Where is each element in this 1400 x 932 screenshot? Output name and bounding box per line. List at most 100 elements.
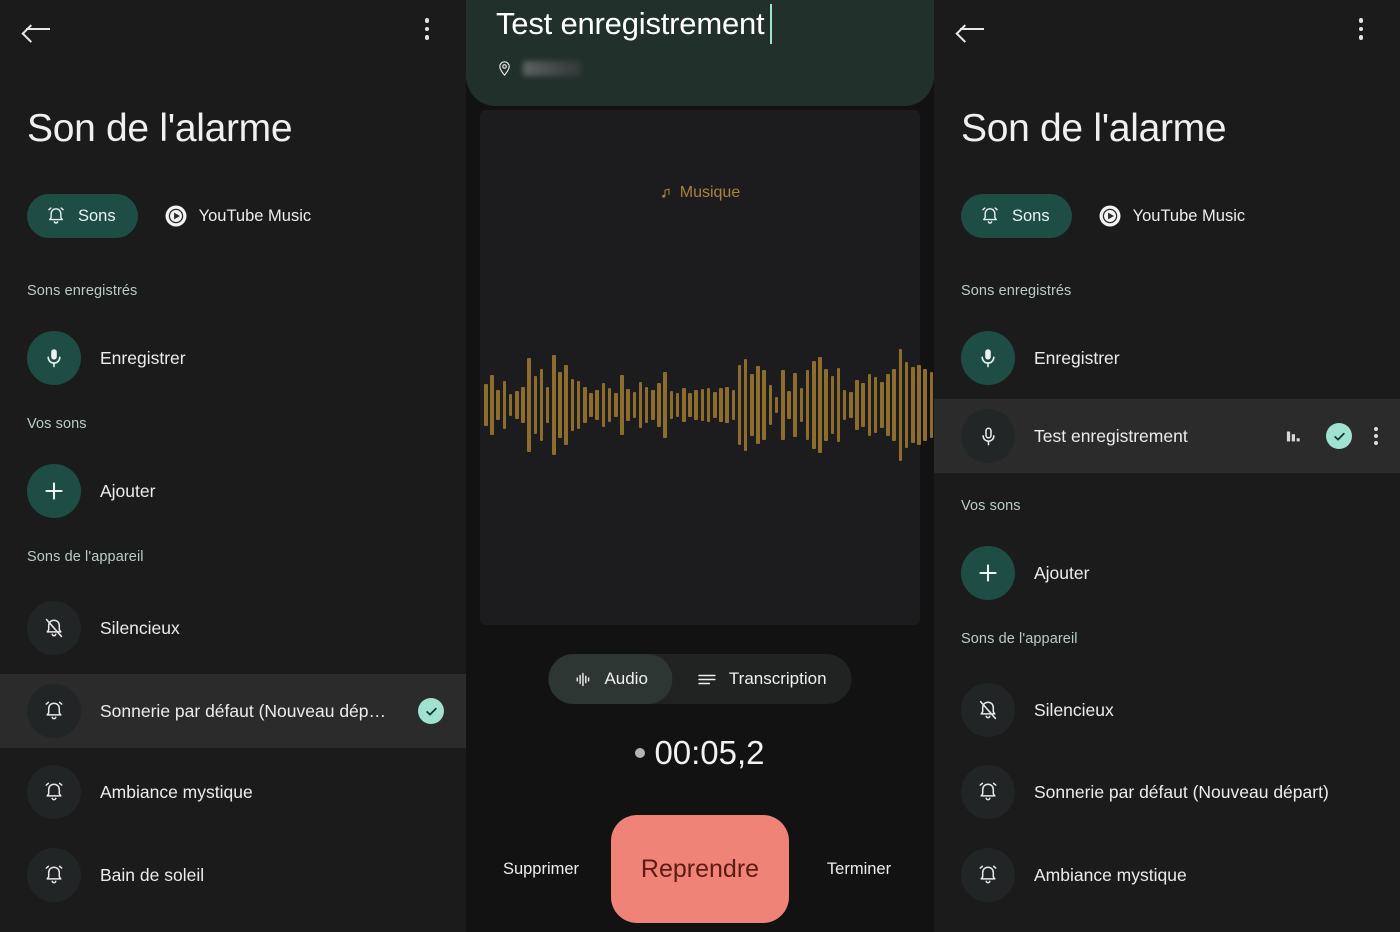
waveform-bar bbox=[743, 359, 748, 451]
delete-button[interactable]: Supprimer bbox=[471, 860, 611, 879]
waveform-bar bbox=[781, 370, 785, 440]
back-button[interactable] bbox=[22, 12, 56, 46]
waveform-bar bbox=[867, 374, 872, 436]
waveform-bar bbox=[527, 358, 531, 452]
tab-youtube-music[interactable]: YouTube Music bbox=[1098, 204, 1246, 228]
more-vert-icon[interactable] bbox=[1374, 427, 1378, 445]
tab-sons-label: Sons bbox=[1012, 206, 1050, 225]
section-header-device-sounds: Sons de l'appareil bbox=[961, 631, 1078, 647]
back-arrow-icon bbox=[26, 20, 52, 38]
tab-youtube-music[interactable]: YouTube Music bbox=[164, 204, 312, 228]
waveform-bar bbox=[601, 383, 606, 427]
recording-title-field[interactable]: Test enregistrement bbox=[496, 4, 906, 44]
list-item-ajouter[interactable]: Ajouter bbox=[0, 454, 466, 528]
waveform-bar bbox=[756, 366, 760, 444]
list-item-silencieux[interactable]: Silencieux bbox=[0, 591, 466, 665]
music-marker-label: Musique bbox=[679, 184, 741, 201]
list-item-sonnerie-par-defaut[interactable]: Sonnerie par défaut (Nouveau départ) bbox=[934, 755, 1400, 829]
waveform-bar bbox=[849, 392, 853, 418]
back-button[interactable] bbox=[956, 12, 990, 46]
waveform-bar bbox=[663, 372, 668, 438]
waveform-bar bbox=[818, 357, 822, 453]
tab-sons[interactable]: Sons bbox=[961, 194, 1072, 238]
right-panel-alarm-sound: Son de l'alarme Sons YouTube Music Sons … bbox=[934, 0, 1400, 932]
list-item-silencieux[interactable]: Silencieux bbox=[934, 673, 1400, 747]
avatar bbox=[27, 848, 81, 902]
list-item-label: Sonnerie par défaut (Nouveau dép… bbox=[100, 700, 387, 721]
avatar bbox=[961, 546, 1015, 600]
waveform-bar bbox=[657, 383, 661, 427]
waveform-bar bbox=[651, 390, 655, 420]
waveform-bar bbox=[620, 375, 624, 435]
waveform-bar bbox=[508, 394, 513, 416]
avatar bbox=[961, 409, 1015, 463]
recording-title: Test enregistrement bbox=[496, 6, 765, 41]
waveform-bar bbox=[502, 381, 507, 429]
list-item-label: Ajouter bbox=[100, 480, 156, 501]
waveform-card: Musique bbox=[480, 110, 934, 625]
check-circle-icon bbox=[418, 698, 444, 724]
bell-alarm-icon bbox=[979, 782, 997, 801]
list-item-enregistrer[interactable]: Enregistrer bbox=[0, 321, 466, 395]
section-header-device-sounds: Sons de l'appareil bbox=[27, 549, 144, 565]
waveform-bar bbox=[793, 373, 797, 437]
microphone-icon bbox=[981, 426, 995, 445]
waveform-bar bbox=[880, 382, 884, 428]
finish-button[interactable]: Terminer bbox=[789, 860, 929, 879]
avatar bbox=[27, 464, 81, 518]
bell-alarm-icon bbox=[48, 207, 64, 224]
bell-off-icon bbox=[45, 618, 63, 638]
list-item-label: Sonnerie par défaut (Nouveau départ) bbox=[1034, 781, 1329, 802]
back-arrow-icon bbox=[960, 20, 986, 38]
list-item-ambiance-mystique[interactable]: Ambiance mystique bbox=[0, 755, 466, 829]
recorder-controls: Supprimer Reprendre Terminer bbox=[466, 814, 934, 924]
overflow-menu-button[interactable] bbox=[1344, 12, 1378, 46]
waveform-bar bbox=[861, 383, 866, 427]
bell-alarm-icon bbox=[45, 701, 63, 720]
list-item-test-enregistrement[interactable]: Test enregistrement bbox=[934, 399, 1400, 473]
tab-audio[interactable]: Audio bbox=[548, 654, 673, 704]
waveform-bar bbox=[626, 389, 630, 421]
avatar bbox=[27, 765, 81, 819]
list-item-label: Enregistrer bbox=[1034, 347, 1120, 368]
waveform-bar bbox=[737, 365, 742, 445]
youtube-music-icon bbox=[1099, 205, 1121, 227]
waveform-bar bbox=[539, 369, 544, 441]
waveform-bar bbox=[589, 393, 593, 417]
waveform-bar bbox=[576, 381, 581, 429]
waveform-bar bbox=[923, 369, 927, 441]
list-item-enregistrer[interactable]: Enregistrer bbox=[934, 321, 1400, 395]
audio-waveform[interactable] bbox=[480, 305, 934, 505]
overflow-menu-button[interactable] bbox=[410, 12, 444, 46]
waveform-bar bbox=[731, 390, 736, 420]
waveform-bar bbox=[799, 388, 804, 422]
recorder-header-card: Test enregistrement bbox=[466, 0, 934, 106]
microphone-icon bbox=[47, 349, 61, 368]
tab-transcription[interactable]: Transcription bbox=[673, 654, 852, 704]
list-item-label: Silencieux bbox=[100, 617, 180, 638]
avatar bbox=[961, 848, 1015, 902]
avatar bbox=[961, 765, 1015, 819]
waveform-bar bbox=[558, 372, 562, 438]
waveform-bar bbox=[632, 392, 637, 418]
music-marker: Musique bbox=[480, 184, 920, 202]
tab-youtube-music-label: YouTube Music bbox=[198, 206, 312, 225]
tab-sons[interactable]: Sons bbox=[27, 194, 138, 238]
tab-youtube-music-label: YouTube Music bbox=[1132, 206, 1246, 225]
waveform-bar bbox=[712, 392, 717, 418]
music-note-icon bbox=[661, 188, 670, 198]
tab-transcription-label: Transcription bbox=[728, 669, 827, 688]
bell-alarm-icon bbox=[45, 865, 63, 884]
list-item-ambiance-mystique[interactable]: Ambiance mystique bbox=[934, 838, 1400, 912]
waveform-bar bbox=[533, 376, 538, 434]
screenshot-root: Son de l'alarme Sons YouTube Music Sons … bbox=[0, 0, 1400, 932]
list-item-ajouter[interactable]: Ajouter bbox=[934, 536, 1400, 610]
waveform-bar bbox=[694, 390, 698, 420]
resume-button[interactable]: Reprendre bbox=[611, 815, 789, 923]
recorder-tab-group: Audio Transcription bbox=[548, 654, 852, 704]
equalizer-icon[interactable] bbox=[1286, 428, 1304, 444]
text-caret bbox=[770, 4, 773, 44]
list-item-label: Ajouter bbox=[1034, 562, 1090, 583]
list-item-bain-de-soleil[interactable]: Bain de soleil bbox=[0, 838, 466, 912]
list-item-sonnerie-par-defaut[interactable]: Sonnerie par défaut (Nouveau dép… bbox=[0, 674, 466, 748]
